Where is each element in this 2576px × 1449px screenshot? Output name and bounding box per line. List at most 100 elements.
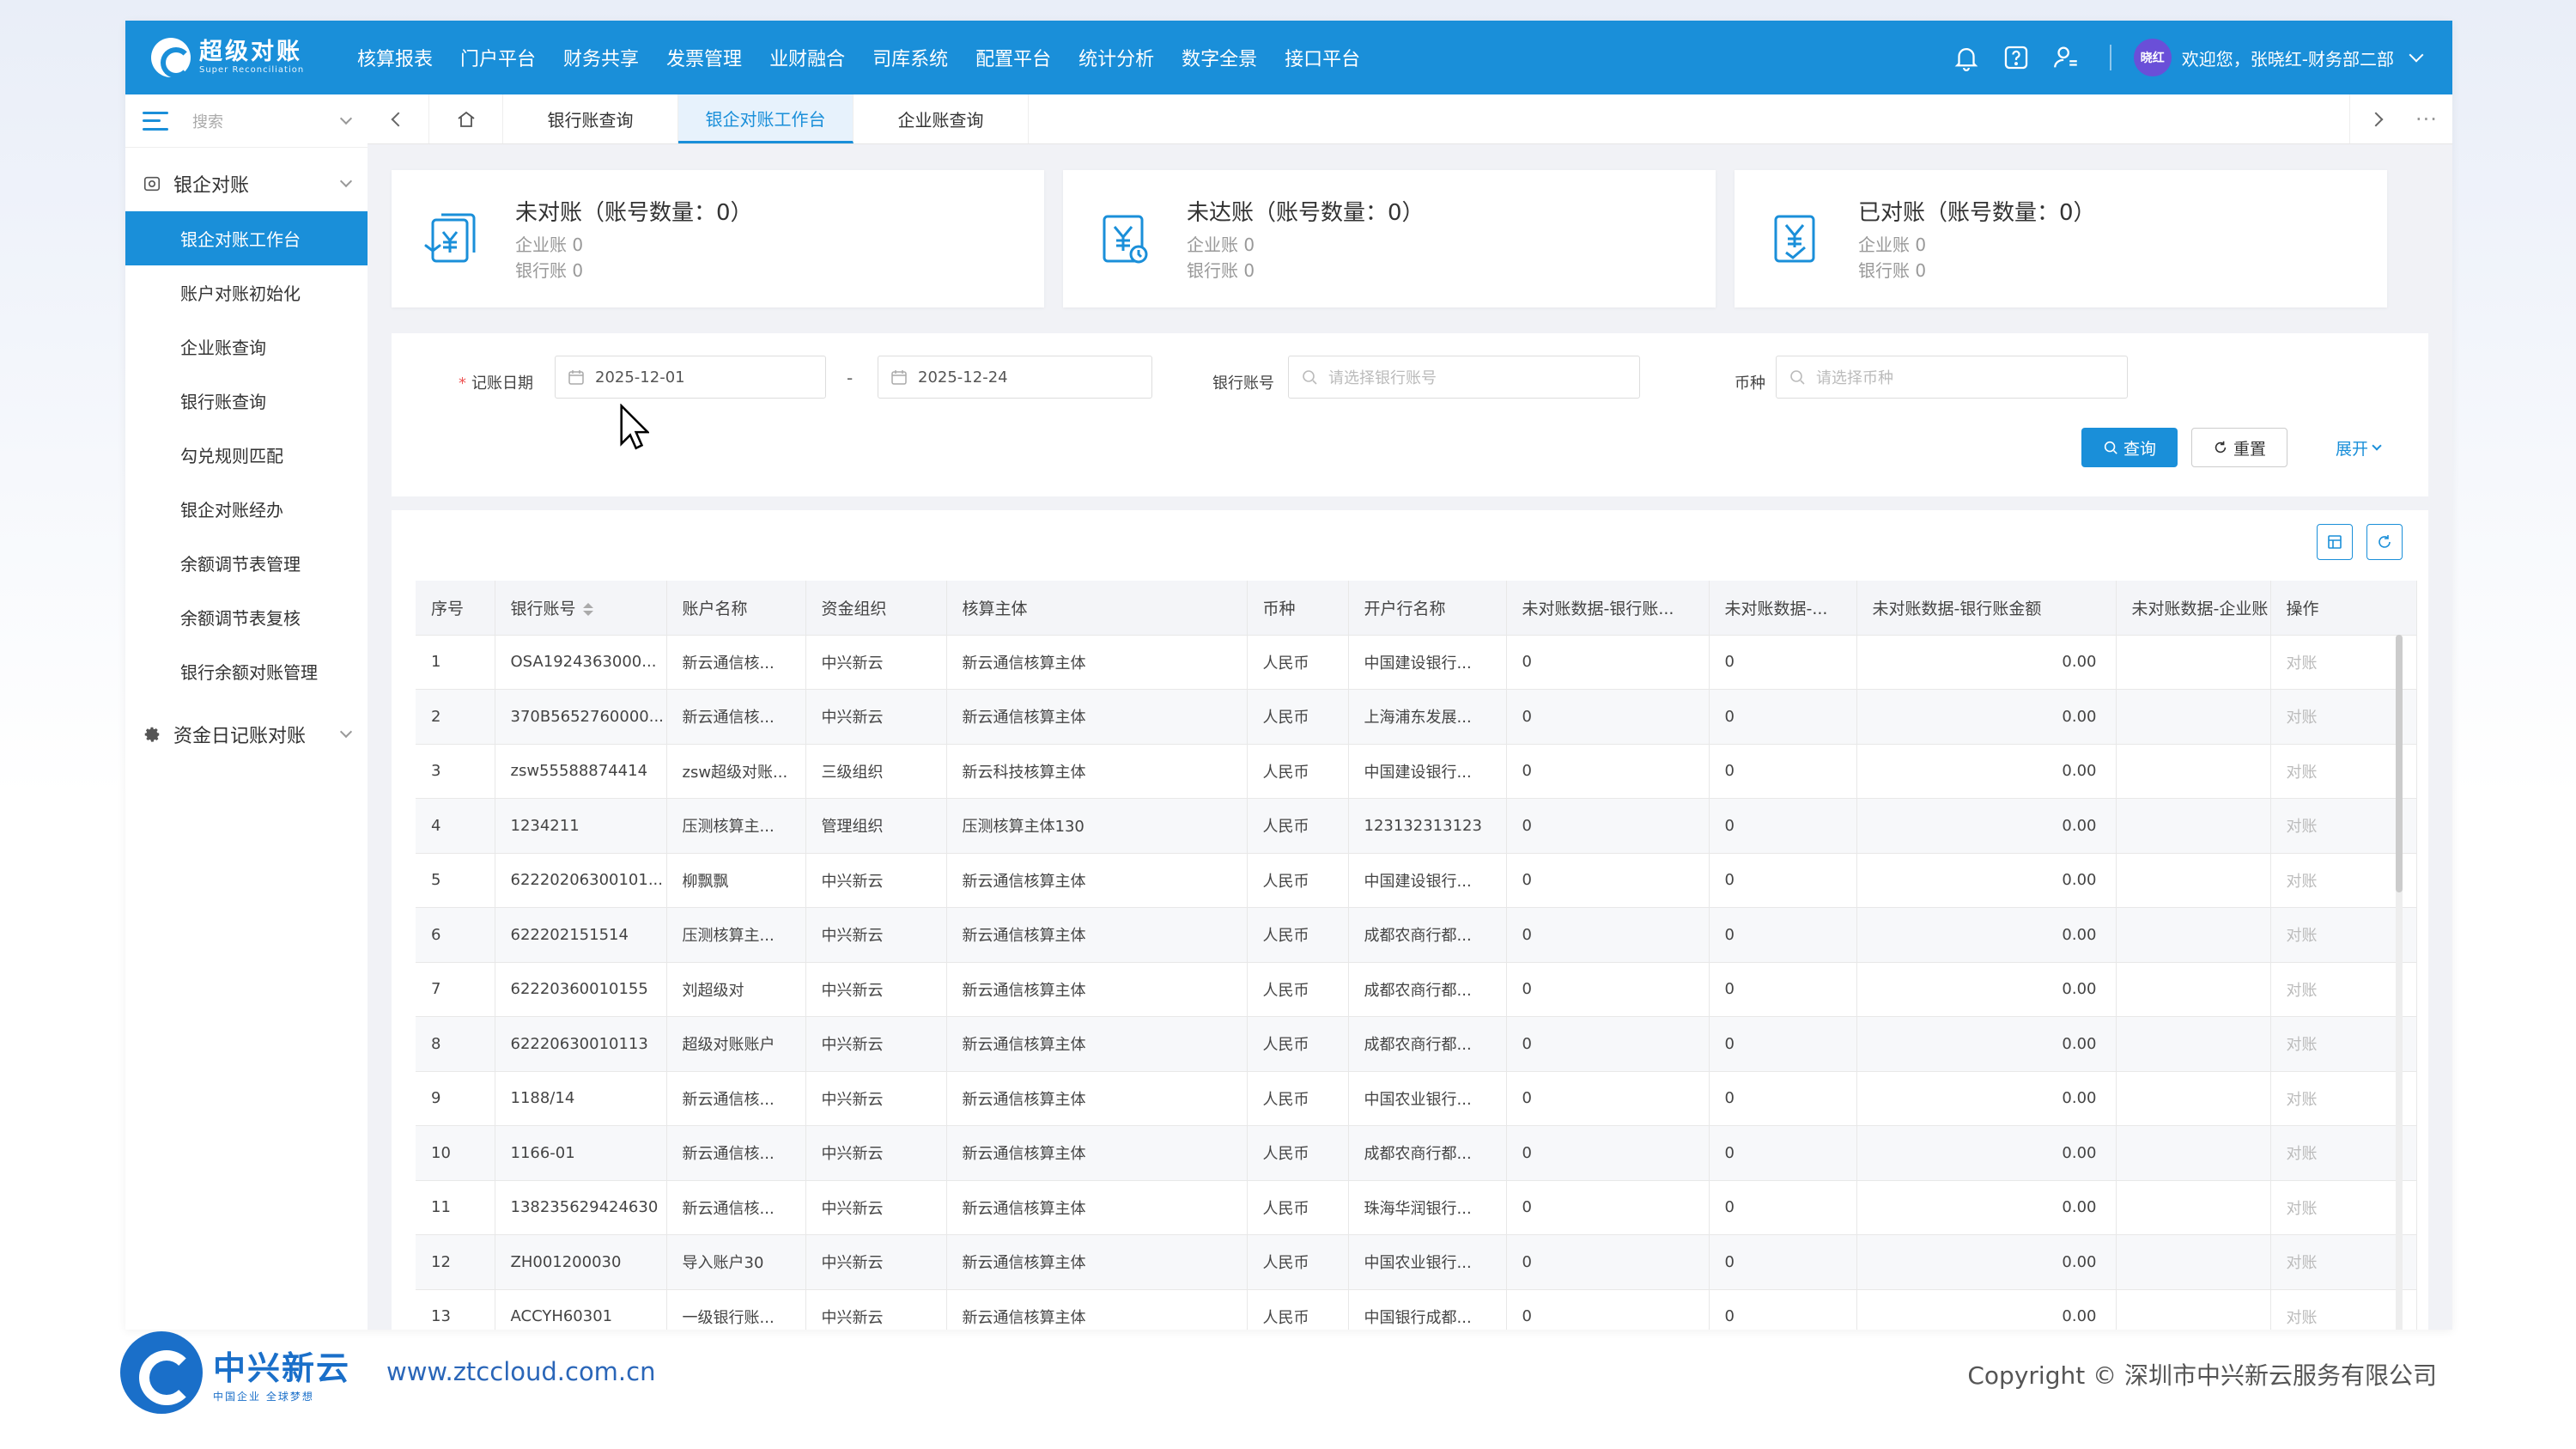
tab-reconciliation-workbench[interactable]: 银企对账工作台: [678, 94, 854, 143]
table-row[interactable]: 9 1188/14 新云通信核... 中兴新云 新云通信核算主体 人民币 中国农业银行...…: [416, 1071, 2417, 1126]
calendar-icon: [568, 370, 584, 385]
sidebar-item-workbench[interactable]: 银企对账工作台: [125, 211, 368, 265]
card-bank-count: 银行账 0: [515, 259, 584, 281]
avatar[interactable]: 晓红: [2133, 39, 2172, 76]
table-row[interactable]: 5 62220206300101... 柳飘飘 中兴新云 新云通信核算主体 人民币 中国建设…: [416, 853, 2417, 908]
table-row[interactable]: 8 62220630010113 超级对账账户 中兴新云 新云通信核算主体 人民币 成都农商…: [416, 1016, 2417, 1072]
table-row[interactable]: 10 1166-01 新云通信核... 中兴新云 新云通信核算主体 人民币 成都农商行都..…: [416, 1125, 2417, 1181]
reconcile-link[interactable]: 对账: [2270, 1125, 2417, 1181]
chevron-down-icon[interactable]: [2409, 47, 2424, 63]
reconcile-link[interactable]: 对账: [2270, 907, 2417, 963]
tab-enterprise-account-query[interactable]: 企业账查询: [854, 94, 1029, 143]
cell-index: 10: [416, 1125, 495, 1181]
sidebar-item-account-init[interactable]: 账户对账初始化: [125, 265, 368, 320]
sidebar: 搜索 银企对账 银企对账工作台 账户对账初始化 企业账查询 银行账查询 勾兑规则…: [125, 94, 368, 1330]
export-button[interactable]: [2317, 524, 2353, 560]
sidebar-search-placeholder[interactable]: 搜索: [192, 110, 342, 132]
sidebar-group-cash-journal[interactable]: 资金日记账对账: [125, 707, 368, 762]
cell-unreconciled-bank-count: 0: [1506, 962, 1710, 1017]
card-title: 已对账（账号数量：0）: [1858, 199, 2096, 226]
cell-index: 8: [416, 1016, 495, 1072]
nav-item-portal[interactable]: 门户平台: [460, 44, 536, 71]
card-bank-count: 银行账 0: [1187, 259, 1255, 281]
cell-account-name: 压测核算主...: [666, 907, 806, 963]
reconcile-link[interactable]: 对账: [2270, 962, 2417, 1017]
table-row[interactable]: 11 138235629424630 新云通信核... 中兴新云 新云通信核算主体 人民币…: [416, 1180, 2417, 1235]
reconcile-link[interactable]: 对账: [2270, 1071, 2417, 1126]
reconcile-link[interactable]: 对账: [2270, 853, 2417, 908]
cell-accounting-entity: 新云通信核算主体: [946, 689, 1248, 745]
welcome-text[interactable]: 欢迎您，张晓红-财务部二部: [2182, 46, 2394, 70]
table-row[interactable]: 3 zsw55588874414 zsw超级对账... 三级组织 新云科技核算主体 人民币…: [416, 744, 2417, 799]
cell-unreconciled-count: 0: [1709, 689, 1857, 745]
table-row[interactable]: 4 1234211 压测核算主... 管理组织 压测核算主体130 人民币 12313231…: [416, 798, 2417, 854]
footer-url[interactable]: www.ztccloud.com.cn: [386, 1357, 655, 1386]
expand-toggle[interactable]: 展开: [2336, 436, 2382, 460]
table-row[interactable]: 2 370B5652760000... 新云通信核... 中兴新云 新云通信核算主体 人民…: [416, 689, 2417, 745]
home-tab[interactable]: [429, 94, 503, 143]
reconcile-link[interactable]: 对账: [2270, 635, 2417, 690]
nav-item-business-finance[interactable]: 业财融合: [769, 44, 845, 71]
reconcile-link[interactable]: 对账: [2270, 1016, 2417, 1072]
nav-item-invoice[interactable]: 发票管理: [666, 44, 742, 71]
table-row[interactable]: 1 OSA1924363000... 新云通信核... 中兴新云 新云通信核算主体 人民币…: [416, 635, 2417, 690]
tab-scroll-right-button[interactable]: [2349, 94, 2401, 143]
date-start-input[interactable]: 2025-12-01: [555, 356, 826, 399]
user-icon[interactable]: [2050, 41, 2082, 74]
reconcile-link[interactable]: 对账: [2270, 1180, 2417, 1235]
currency-select[interactable]: 请选择币种: [1776, 356, 2128, 399]
nav-item-treasury[interactable]: 司库系统: [872, 44, 948, 71]
cell-unreconciled-enterprise: [2116, 1234, 2271, 1290]
date-end-input[interactable]: 2025-12-24: [878, 356, 1152, 399]
nav-item-interface[interactable]: 接口平台: [1285, 44, 1360, 71]
sidebar-item-bank-query[interactable]: 银行账查询: [125, 374, 368, 428]
table-row[interactable]: 7 62220360010155 刘超级对 中兴新云 新云通信核算主体 人民币 成都农商行都…: [416, 962, 2417, 1017]
reconcile-link[interactable]: 对账: [2270, 1289, 2417, 1330]
cell-unreconciled-bank-amount: 0.00: [1856, 1016, 2117, 1072]
tab-bank-account-query[interactable]: 银行账查询: [503, 94, 678, 143]
sort-icon[interactable]: [582, 602, 593, 616]
cell-bank-account: 1234211: [495, 798, 667, 854]
nav-item-digital-panorama[interactable]: 数字全景: [1182, 44, 1257, 71]
sidebar-item-balance-table-review[interactable]: 余额调节表复核: [125, 590, 368, 644]
table-row[interactable]: 6 622202151514 压测核算主... 中兴新云 新云通信核算主体 人民币 成都农商…: [416, 907, 2417, 963]
sidebar-item-enterprise-query[interactable]: 企业账查询: [125, 320, 368, 374]
sidebar-item-bank-balance-mgmt[interactable]: 银行余额对账管理: [125, 644, 368, 698]
table-row[interactable]: 13 ACCYH60301 一级银行账... 中兴新云 新云通信核算主体 人民币 中国银行成…: [416, 1289, 2417, 1330]
cell-unreconciled-bank-count: 0: [1506, 635, 1710, 690]
help-icon[interactable]: [2000, 41, 2032, 74]
bank-account-select[interactable]: 请选择银行账号: [1288, 356, 1640, 399]
cell-fund-org: 三级组织: [805, 744, 947, 799]
query-button[interactable]: 查询: [2081, 428, 2178, 467]
col-bank-account[interactable]: 银行账号: [495, 581, 667, 636]
chevron-down-icon: [2372, 440, 2382, 451]
reconcile-link[interactable]: 对账: [2270, 689, 2417, 745]
table-scrollbar[interactable]: [2396, 635, 2403, 1330]
reconcile-link[interactable]: 对账: [2270, 1234, 2417, 1290]
table-row[interactable]: 12 ZH001200030 导入账户30 中兴新云 新云通信核算主体 人民币 中国农业银行…: [416, 1234, 2417, 1290]
sidebar-group-bank-reconciliation[interactable]: 银企对账: [125, 156, 368, 211]
sidebar-item-matching-rules[interactable]: 勾兑规则匹配: [125, 428, 368, 482]
sidebar-item-reconcile-handling[interactable]: 银企对账经办: [125, 482, 368, 536]
nav-item-statistics[interactable]: 统计分析: [1078, 44, 1154, 71]
chevron-right-icon: [2368, 112, 2383, 126]
cell-bank-name: 中国建设银行...: [1348, 744, 1507, 799]
sidebar-search[interactable]: 搜索: [125, 94, 368, 148]
reconcile-link[interactable]: 对账: [2270, 744, 2417, 799]
nav-item-config[interactable]: 配置平台: [975, 44, 1051, 71]
nav-item-accounting-reports[interactable]: 核算报表: [357, 44, 433, 71]
tab-scroll-left-button[interactable]: [368, 94, 429, 143]
refresh-button[interactable]: [2366, 524, 2403, 560]
col-fund-org: 资金组织: [805, 581, 947, 636]
bell-icon[interactable]: [1950, 41, 1983, 74]
currency-label: 币种: [1735, 374, 1765, 393]
more-icon[interactable]: ···: [2401, 94, 2452, 143]
reset-button[interactable]: 重置: [2191, 428, 2287, 467]
sidebar-item-balance-table-mgmt[interactable]: 余额调节表管理: [125, 536, 368, 590]
reconcile-link[interactable]: 对账: [2270, 798, 2417, 854]
footer-copyright: Copyright © 深圳市中兴新云服务有限公司: [1967, 1361, 2437, 1390]
nav-item-finance-sharing[interactable]: 财务共享: [563, 44, 639, 71]
menu-icon[interactable]: [143, 111, 168, 131]
cell-unreconciled-bank-count: 0: [1506, 907, 1710, 963]
footer-brand: 中兴新云: [213, 1349, 351, 1387]
